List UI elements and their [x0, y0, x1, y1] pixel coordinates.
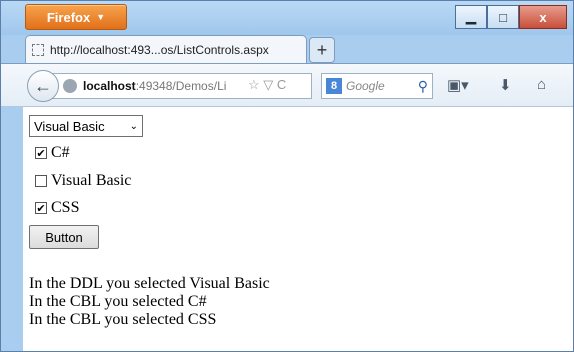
- close-button[interactable]: x: [519, 5, 567, 29]
- tab-listcontrols[interactable]: http://localhost:493...os/ListControls.a…: [25, 35, 307, 64]
- search-box[interactable]: 8 Google ⚲: [321, 73, 433, 99]
- result-message-ddl: In the DDL you selected Visual Basic: [29, 275, 270, 292]
- language-dropdown[interactable]: Visual Basic ⌄: [29, 115, 143, 137]
- dropdown-selected-value: Visual Basic: [34, 118, 105, 134]
- firefox-menu-label: Firefox: [46, 9, 91, 25]
- back-button[interactable]: ←: [27, 70, 59, 102]
- page-content: Visual Basic ⌄ ✔ C# Visual Basic ✔ CSS B…: [23, 107, 573, 351]
- bookmarks-menu-icon[interactable]: ▣▾: [447, 76, 469, 94]
- minimize-button[interactable]: ▁: [455, 5, 487, 29]
- checkbox-csharp[interactable]: ✔: [35, 147, 47, 159]
- url-path: :49348/Demos/Li: [135, 79, 227, 93]
- checkbox-label: C#: [51, 144, 70, 161]
- checkbox-css[interactable]: ✔: [35, 202, 47, 214]
- google-search-engine-icon[interactable]: 8: [326, 78, 342, 94]
- tab-title: http://localhost:493...os/ListControls.a…: [50, 43, 269, 57]
- checkbox-item-visual-basic[interactable]: Visual Basic: [35, 171, 131, 191]
- maximize-icon: □: [499, 9, 507, 25]
- checkbox-visual-basic[interactable]: [35, 175, 47, 187]
- result-message-cbl-1: In the CBL you selected C#: [29, 293, 207, 310]
- url-actions[interactable]: ☆ ▽ C: [248, 77, 286, 93]
- checkbox-item-csharp[interactable]: ✔ C#: [35, 143, 70, 163]
- site-identity-icon[interactable]: [63, 79, 77, 93]
- url-host: localhost: [83, 79, 136, 93]
- submit-button[interactable]: Button: [29, 225, 99, 249]
- chevron-down-icon: ⌄: [129, 120, 138, 132]
- search-placeholder: Google: [346, 79, 385, 93]
- dropdown-arrow-icon: ▼: [96, 12, 106, 22]
- browser-window: Firefox ▼ ▁ □ x http://localhost:493...o…: [0, 0, 574, 352]
- page-favicon-icon: [32, 44, 44, 56]
- back-arrow-icon: ←: [34, 75, 52, 96]
- button-label: Button: [45, 229, 83, 245]
- home-icon[interactable]: ⌂: [537, 76, 546, 93]
- checkbox-label: CSS: [51, 199, 80, 216]
- minimize-icon: ▁: [466, 9, 476, 24]
- checkbox-label: Visual Basic: [51, 172, 132, 189]
- new-tab-button[interactable]: +: [309, 37, 335, 63]
- result-message-cbl-2: In the CBL you selected CSS: [29, 311, 217, 328]
- title-bar: Firefox ▼ ▁ □ x: [1, 1, 573, 35]
- plus-icon: +: [316, 39, 328, 60]
- firefox-menu-button[interactable]: Firefox ▼: [25, 4, 127, 30]
- checkbox-item-css[interactable]: ✔ CSS: [35, 198, 79, 218]
- navigation-toolbar: localhost:49348/Demos/Li ☆ ▽ C ← 8 Googl…: [1, 63, 573, 107]
- maximize-button[interactable]: □: [487, 5, 519, 29]
- search-icon[interactable]: ⚲: [418, 78, 428, 95]
- bookmark-star-icon[interactable]: ☆ ▽ C: [248, 77, 286, 93]
- downloads-icon[interactable]: ⬇: [499, 76, 512, 94]
- close-icon: x: [539, 9, 547, 25]
